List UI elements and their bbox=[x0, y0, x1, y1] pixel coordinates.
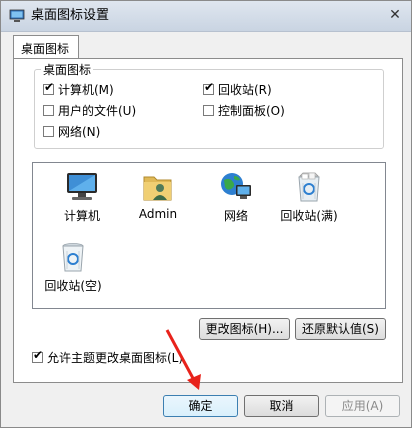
close-button[interactable]: ✕ bbox=[387, 7, 403, 23]
network-icon bbox=[221, 173, 251, 199]
icon-label: 回收站(满) bbox=[280, 209, 338, 223]
icon-label: Admin bbox=[138, 207, 178, 221]
red-arrow-annotation bbox=[165, 329, 201, 390]
cancel-button[interactable]: 取消 bbox=[244, 395, 319, 417]
group-legend: 桌面图标 bbox=[41, 61, 94, 78]
icon-label: 网络 bbox=[223, 209, 248, 223]
checkbox-label: 回收站(R) bbox=[218, 83, 272, 97]
checkmark-icon: ✔ bbox=[44, 80, 55, 94]
checkbox-box[interactable]: ✔ bbox=[32, 348, 44, 363]
checkbox-box[interactable]: ✔ bbox=[43, 80, 55, 95]
checkmark-icon: ✔ bbox=[33, 348, 44, 362]
change-icon-button[interactable]: 更改图标(H)... bbox=[199, 318, 290, 340]
icon-list-view[interactable]: 计算机 Admin 网络 回收站(满) 回收站(空) bbox=[32, 162, 386, 309]
recycle-bin-empty-icon bbox=[62, 243, 84, 272]
icon-label: 回收站(空) bbox=[44, 279, 102, 293]
tab-panel: 桌面图标 ✔ 计算机(M) ✔ 回收站(R) 用户的文件(U) 控制面板(O) 网络… bbox=[13, 58, 403, 383]
icon-item-network[interactable]: 网络 bbox=[201, 171, 271, 224]
checkbox-user-files[interactable]: 用户的文件(U) bbox=[43, 102, 136, 118]
checkbox-computer[interactable]: ✔ 计算机(M) bbox=[43, 81, 114, 97]
checkbox-recycle-bin[interactable]: ✔ 回收站(R) bbox=[203, 81, 272, 97]
checkbox-network[interactable]: 网络(N) bbox=[43, 123, 100, 139]
checkbox-box[interactable] bbox=[203, 105, 214, 116]
icon-item-recycle-bin-full[interactable]: 回收站(满) bbox=[269, 171, 349, 224]
computer-icon bbox=[67, 173, 97, 200]
desktop-settings-icon bbox=[9, 9, 25, 22]
checkmark-icon: ✔ bbox=[204, 80, 215, 94]
icon-item-computer[interactable]: 计算机 bbox=[47, 171, 117, 224]
restore-default-button[interactable]: 还原默认值(S) bbox=[295, 318, 386, 340]
dialog-window: 桌面图标设置 ✕ 桌面图标 桌面图标 ✔ 计算机(M) ✔ 回收站(R) 用户的文件… bbox=[0, 0, 412, 428]
icon-item-recycle-bin-empty[interactable]: 回收站(空) bbox=[33, 241, 113, 294]
ok-button[interactable]: 确定 bbox=[163, 395, 238, 417]
icon-label: 计算机 bbox=[63, 209, 100, 223]
tab-desktop-icons[interactable]: 桌面图标 bbox=[13, 35, 79, 59]
title-bar[interactable]: 桌面图标设置 ✕ bbox=[1, 1, 411, 32]
recycle-bin-full-icon bbox=[298, 172, 320, 202]
checkbox-label: 计算机(M) bbox=[58, 83, 114, 97]
checkbox-label: 网络(N) bbox=[58, 125, 101, 139]
checkbox-label: 控制面板(O) bbox=[218, 104, 285, 118]
desktop-icons-group: 桌面图标 ✔ 计算机(M) ✔ 回收站(R) 用户的文件(U) 控制面板(O) 网络… bbox=[34, 61, 384, 149]
checkbox-box[interactable] bbox=[43, 105, 54, 116]
icon-item-admin[interactable]: Admin bbox=[123, 171, 193, 221]
apply-button[interactable]: 应用(A) bbox=[325, 395, 400, 417]
checkbox-box[interactable] bbox=[43, 126, 54, 137]
checkbox-label: 用户的文件(U) bbox=[58, 104, 137, 118]
user-folder-icon bbox=[143, 176, 172, 201]
window-title: 桌面图标设置 bbox=[31, 8, 110, 23]
checkbox-box[interactable]: ✔ bbox=[203, 80, 215, 95]
tab-label: 桌面图标 bbox=[21, 42, 70, 56]
checkbox-control-panel[interactable]: 控制面板(O) bbox=[203, 102, 285, 118]
